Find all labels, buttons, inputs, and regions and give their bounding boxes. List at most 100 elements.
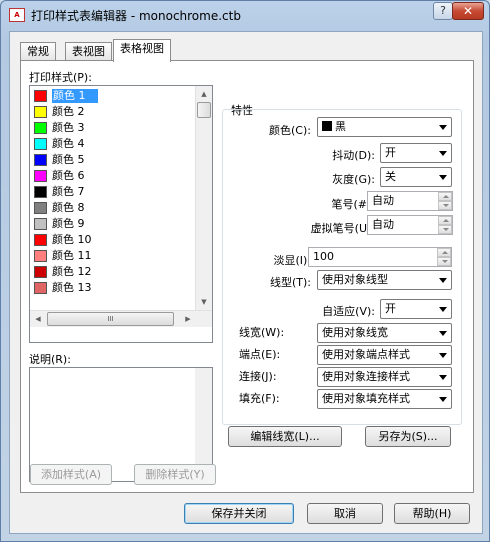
screening-spinner[interactable]: 100 bbox=[308, 247, 452, 267]
virtual-pen-value: 自动 bbox=[372, 218, 394, 231]
color-swatch-icon bbox=[34, 170, 47, 182]
help-button[interactable]: 帮助(H) bbox=[394, 503, 470, 524]
list-item[interactable]: 颜色 10 bbox=[32, 232, 196, 248]
chevron-down-icon bbox=[439, 307, 447, 312]
list-item-label: 颜色 2 bbox=[52, 105, 85, 118]
fill-label: 填充(F): bbox=[239, 392, 280, 405]
save-and-close-button[interactable]: 保存并关闭 bbox=[184, 503, 294, 524]
spin-up-icon[interactable] bbox=[438, 216, 452, 225]
add-style-button[interactable]: 添加样式(A) bbox=[30, 464, 112, 485]
color-swatch-icon bbox=[34, 202, 47, 214]
list-item[interactable]: 颜色 13 bbox=[32, 280, 196, 296]
cancel-button[interactable]: 取消 bbox=[307, 503, 383, 524]
dither-label: 抖动(D): bbox=[332, 149, 375, 162]
spin-down-icon[interactable] bbox=[437, 257, 451, 266]
line-end-value: 使用对象端点样式 bbox=[322, 348, 410, 361]
color-swatch-icon bbox=[34, 90, 47, 102]
styles-horizontal-scrollbar[interactable]: ◀ III ▶ bbox=[30, 310, 212, 327]
list-item-label: 颜色 6 bbox=[52, 169, 85, 182]
virtual-pen-spinner[interactable]: 自动 bbox=[367, 215, 453, 235]
pen-number-spinner[interactable]: 自动 bbox=[367, 191, 453, 211]
pen-number-spin-buttons[interactable] bbox=[438, 192, 452, 210]
spin-up-icon[interactable] bbox=[437, 248, 451, 257]
edit-lineweights-button[interactable]: 编辑线宽(L)... bbox=[228, 426, 342, 447]
line-join-select[interactable]: 使用对象连接样式 bbox=[317, 367, 452, 387]
color-swatch-icon bbox=[34, 234, 47, 246]
plot-styles-list[interactable]: 颜色 1 颜色 2 颜色 3 颜色 4 颜色 5 颜色 6 颜色 7 颜色 8 颜色 9 颜色 1… bbox=[29, 85, 213, 343]
chevron-down-icon bbox=[439, 151, 447, 156]
list-item[interactable]: 颜色 3 bbox=[32, 120, 196, 136]
spin-down-icon[interactable] bbox=[438, 201, 452, 210]
spin-down-icon[interactable] bbox=[438, 225, 452, 234]
list-item[interactable]: 颜色 1 bbox=[32, 88, 196, 104]
list-item[interactable]: 颜色 11 bbox=[32, 248, 196, 264]
close-button[interactable]: ✕ bbox=[452, 2, 484, 20]
list-item-label: 颜色 5 bbox=[52, 153, 85, 166]
chevron-down-icon bbox=[439, 278, 447, 283]
list-item[interactable]: 颜色 5 bbox=[32, 152, 196, 168]
tab-general[interactable]: 常规 bbox=[20, 42, 56, 61]
color-swatch-icon bbox=[322, 121, 332, 131]
dialog-window: A 打印样式表编辑器 - monochrome.ctb ? ✕ 常规 表视图 表… bbox=[0, 0, 490, 542]
tab-form-view[interactable]: 表格视图 bbox=[113, 39, 171, 62]
color-swatch-icon bbox=[34, 266, 47, 278]
chevron-down-icon bbox=[439, 331, 447, 336]
list-item-label: 颜色 9 bbox=[52, 217, 85, 230]
grayscale-label: 灰度(G): bbox=[332, 173, 375, 186]
scroll-down-icon[interactable]: ▼ bbox=[196, 294, 212, 310]
spin-up-icon[interactable] bbox=[438, 192, 452, 201]
line-end-label: 端点(E): bbox=[239, 348, 281, 361]
app-icon: A bbox=[9, 8, 25, 22]
color-swatch-icon bbox=[34, 122, 47, 134]
list-item[interactable]: 颜色 2 bbox=[32, 104, 196, 120]
line-join-value: 使用对象连接样式 bbox=[322, 370, 410, 383]
save-as-button[interactable]: 另存为(S)... bbox=[365, 426, 451, 447]
color-swatch-icon bbox=[34, 138, 47, 150]
tab-table-view[interactable]: 表视图 bbox=[65, 42, 112, 61]
chevron-down-icon bbox=[439, 397, 447, 402]
line-end-select[interactable]: 使用对象端点样式 bbox=[317, 345, 452, 365]
linetype-select[interactable]: 使用对象线型 bbox=[317, 270, 452, 290]
grayscale-value: 关 bbox=[385, 170, 396, 183]
list-item[interactable]: 颜色 4 bbox=[32, 136, 196, 152]
adaptive-value: 开 bbox=[385, 302, 396, 315]
list-item-label: 颜色 10 bbox=[52, 233, 92, 246]
list-item[interactable]: 颜色 7 bbox=[32, 184, 196, 200]
dither-select[interactable]: 开 bbox=[380, 143, 452, 163]
line-join-label: 连接(J): bbox=[239, 370, 277, 383]
screening-label: 淡显(I): bbox=[273, 254, 311, 267]
adaptive-select[interactable]: 开 bbox=[380, 299, 452, 319]
styles-hscroll-thumb[interactable]: III bbox=[47, 312, 174, 326]
fill-value: 使用对象填充样式 bbox=[322, 392, 410, 405]
color-select[interactable]: 黑 bbox=[317, 117, 452, 137]
virtual-pen-label: 虚拟笔号(U): bbox=[310, 222, 375, 235]
grayscale-select[interactable]: 关 bbox=[380, 167, 452, 187]
list-item[interactable]: 颜色 8 bbox=[32, 200, 196, 216]
lineweight-label: 线宽(W): bbox=[239, 326, 285, 339]
linetype-label: 线型(T): bbox=[269, 276, 311, 289]
title-bar[interactable]: A 打印样式表编辑器 - monochrome.ctb ? ✕ bbox=[1, 1, 489, 29]
list-item-label: 颜色 12 bbox=[52, 265, 92, 278]
color-label: 颜色(C): bbox=[269, 124, 311, 137]
styles-vertical-scrollbar[interactable]: ▲ ▼ bbox=[195, 86, 212, 310]
list-item[interactable]: 颜色 6 bbox=[32, 168, 196, 184]
list-item-label: 颜色 3 bbox=[52, 121, 85, 134]
list-item[interactable]: 颜色 9 bbox=[32, 216, 196, 232]
list-item-label: 颜色 1 bbox=[52, 89, 98, 103]
linetype-value: 使用对象线型 bbox=[322, 273, 388, 286]
help-titlebar-button[interactable]: ? bbox=[433, 2, 453, 20]
screening-value: 100 bbox=[313, 250, 334, 263]
fill-select[interactable]: 使用对象填充样式 bbox=[317, 389, 452, 409]
delete-style-button[interactable]: 删除样式(Y) bbox=[134, 464, 216, 485]
color-value: 黑 bbox=[322, 120, 346, 134]
scroll-left-icon[interactable]: ◀ bbox=[30, 311, 46, 327]
scroll-right-icon[interactable]: ▶ bbox=[180, 311, 196, 327]
styles-vscroll-thumb[interactable] bbox=[197, 102, 211, 118]
list-item[interactable]: 颜色 12 bbox=[32, 264, 196, 280]
dialog-client-area: 常规 表视图 表格视图 打印样式(P): 颜色 1 颜色 2 颜色 3 颜色 4 颜色 … bbox=[9, 31, 483, 534]
lineweight-select[interactable]: 使用对象线宽 bbox=[317, 323, 452, 343]
pen-number-label: 笔号(#): bbox=[331, 198, 375, 211]
scroll-up-icon[interactable]: ▲ bbox=[196, 86, 212, 102]
virtual-pen-spin-buttons[interactable] bbox=[438, 216, 452, 234]
screening-spin-buttons[interactable] bbox=[437, 248, 451, 266]
